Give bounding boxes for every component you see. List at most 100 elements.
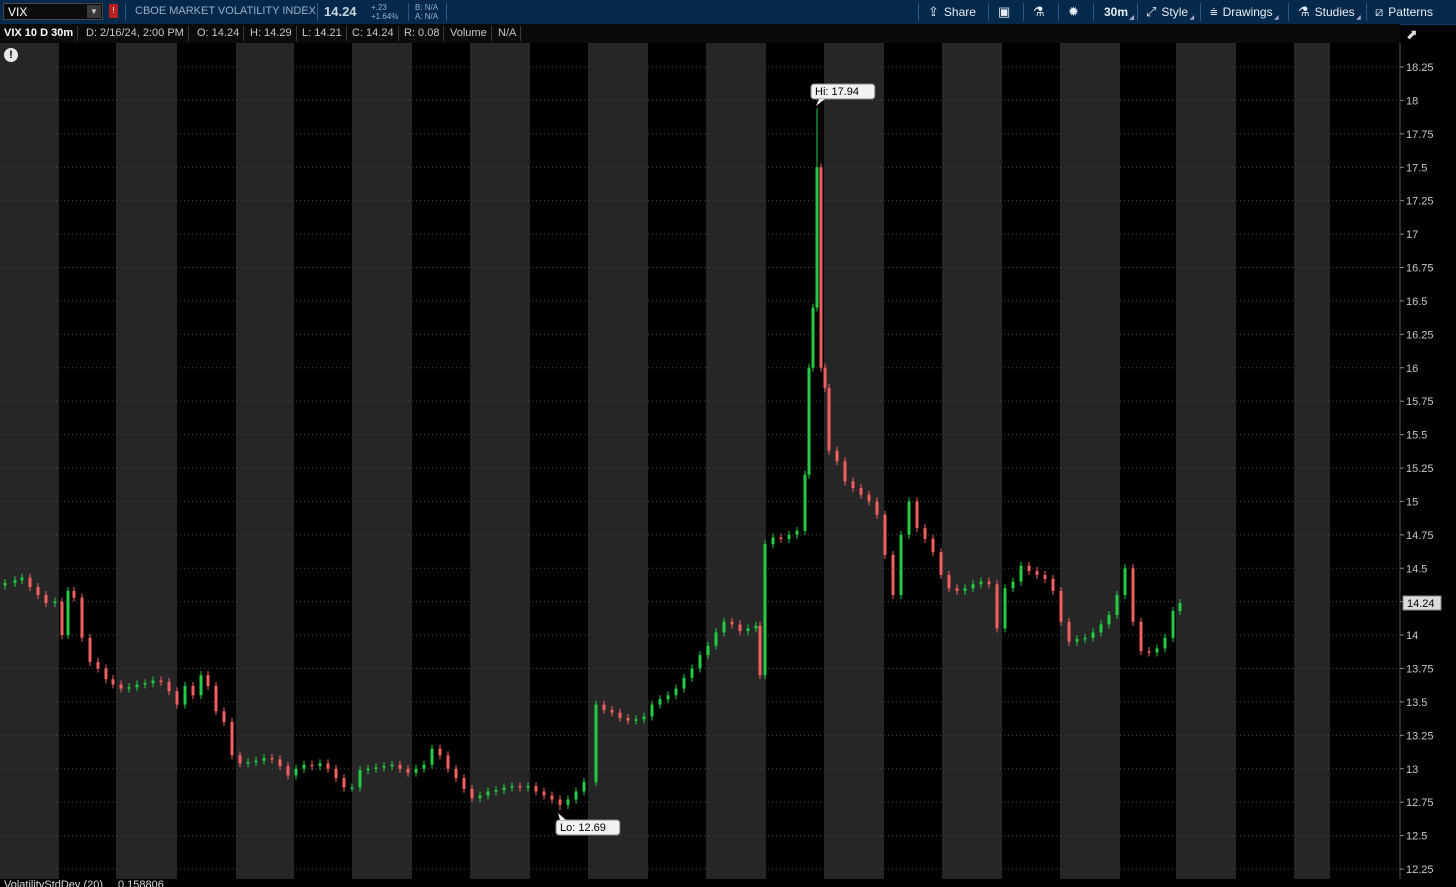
candle-body — [582, 782, 586, 792]
candle-body — [763, 544, 767, 676]
y-tick-label: 15 — [1406, 496, 1418, 508]
candle-body — [690, 668, 694, 678]
timeframe-label: 30m — [1104, 5, 1129, 19]
y-tick-label: 16.5 — [1406, 296, 1427, 308]
candle-body — [1155, 648, 1159, 653]
candle-body — [1147, 651, 1151, 653]
candle-body — [722, 621, 726, 633]
candle-body — [53, 601, 57, 604]
candle-body — [1035, 570, 1039, 575]
candle-body — [382, 766, 386, 768]
candle-body — [518, 786, 522, 788]
candle-body — [971, 584, 975, 589]
session-band — [116, 43, 177, 879]
patterns-button[interactable]: ⧄ Patterns — [1375, 0, 1433, 24]
y-tick-label: 16 — [1406, 363, 1418, 375]
candle-body — [811, 307, 815, 368]
snapshot-button[interactable]: ▣ — [998, 0, 1015, 24]
y-tick-label: 13.75 — [1406, 664, 1434, 676]
candle-body — [294, 768, 298, 776]
candle-body — [1067, 621, 1071, 642]
style-icon: ⤢ — [1146, 4, 1157, 19]
divider — [988, 3, 989, 21]
price-chart[interactable]: 12.2512.512.751313.2513.513.751414.2514.… — [0, 43, 1456, 879]
y-tick-label: 13.5 — [1406, 697, 1427, 709]
candle-body — [454, 768, 458, 779]
candle-body — [270, 758, 274, 760]
chevron-down-icon[interactable]: ▼ — [87, 5, 101, 18]
candle-body — [462, 778, 466, 789]
candle-body — [807, 367, 811, 475]
y-tick-label: 18 — [1406, 95, 1418, 107]
candle-body — [278, 759, 282, 767]
candle-body — [326, 763, 330, 769]
candle-body — [390, 764, 394, 767]
settings-button[interactable]: ✹ — [1068, 0, 1084, 24]
session-band — [1176, 43, 1236, 879]
candle-body — [398, 764, 402, 769]
candle-body — [302, 764, 306, 769]
candle-body — [1123, 568, 1127, 595]
ask-value: A: N/A — [415, 12, 439, 21]
candle-body — [206, 675, 210, 686]
share-button[interactable]: ⇪ Share — [928, 0, 976, 24]
candle-body — [738, 624, 742, 632]
y-tick-label: 17.75 — [1406, 129, 1434, 141]
alert-icon[interactable]: ! — [4, 48, 18, 62]
candle-body — [795, 530, 799, 535]
studies-button[interactable]: ⚗ Studies ◢ — [1298, 0, 1361, 24]
y-tick-label: 18.25 — [1406, 62, 1434, 74]
candle-body — [358, 770, 362, 788]
alert-flag-icon[interactable]: ! — [109, 4, 118, 18]
timeframe-button[interactable]: 30m ◢ — [1104, 0, 1134, 24]
symbol-period[interactable]: VIX 10 D 30m — [4, 26, 79, 41]
candle-body — [183, 685, 187, 705]
flask-button[interactable]: ⚗ — [1033, 0, 1050, 24]
candle-body — [262, 758, 266, 761]
candle-body — [478, 795, 482, 799]
candle-body — [979, 581, 983, 585]
style-button[interactable]: ⤢ Style ◢ — [1146, 0, 1194, 24]
divider — [125, 3, 126, 21]
candle-body — [1003, 588, 1007, 629]
candle-body — [803, 474, 807, 531]
hi-label-pointer — [816, 99, 825, 106]
corner-triangle-icon: ◢ — [1273, 15, 1279, 21]
candle-body — [987, 581, 991, 585]
session-band — [352, 43, 412, 879]
study-value: 0.158806 — [118, 879, 164, 887]
y-tick-label: 13.25 — [1406, 730, 1434, 742]
session-band — [1294, 43, 1330, 879]
drawings-button[interactable]: ⩧ Drawings ◢ — [1210, 0, 1279, 24]
session-band — [1060, 43, 1120, 879]
candle-body — [674, 688, 678, 696]
symbol-description: CBOE MARKET VOLATILITY INDEX — [135, 5, 316, 17]
expand-icon[interactable]: ⬈ — [1406, 26, 1418, 43]
candle-body — [907, 501, 911, 535]
hi-label-text: Hi: 17.94 — [815, 86, 859, 98]
candle-body — [915, 501, 919, 529]
candle-body — [574, 791, 578, 800]
candle-body — [1171, 611, 1175, 638]
bid-value: B: N/A — [415, 3, 439, 12]
candle-body — [310, 764, 314, 767]
session-band — [236, 43, 294, 879]
candle-body — [650, 704, 654, 717]
session-band — [706, 43, 766, 879]
symbol-input[interactable]: VIX ▼ — [3, 3, 103, 20]
candle-body — [60, 601, 64, 636]
y-tick-label: 12.5 — [1406, 831, 1427, 843]
candle-body — [159, 680, 163, 683]
candle-body — [939, 552, 943, 575]
candle-body — [151, 680, 155, 684]
candle-body — [1139, 621, 1143, 652]
candle-body — [135, 684, 139, 688]
candle-body — [1019, 565, 1023, 582]
candle-body — [510, 786, 514, 788]
candle-body — [891, 554, 895, 595]
corner-triangle-icon: ◢ — [1189, 15, 1195, 21]
candle-body — [111, 679, 115, 685]
lo-label-pointer — [558, 813, 566, 820]
candle-body — [867, 494, 871, 502]
volume-value: N/A — [498, 26, 522, 41]
